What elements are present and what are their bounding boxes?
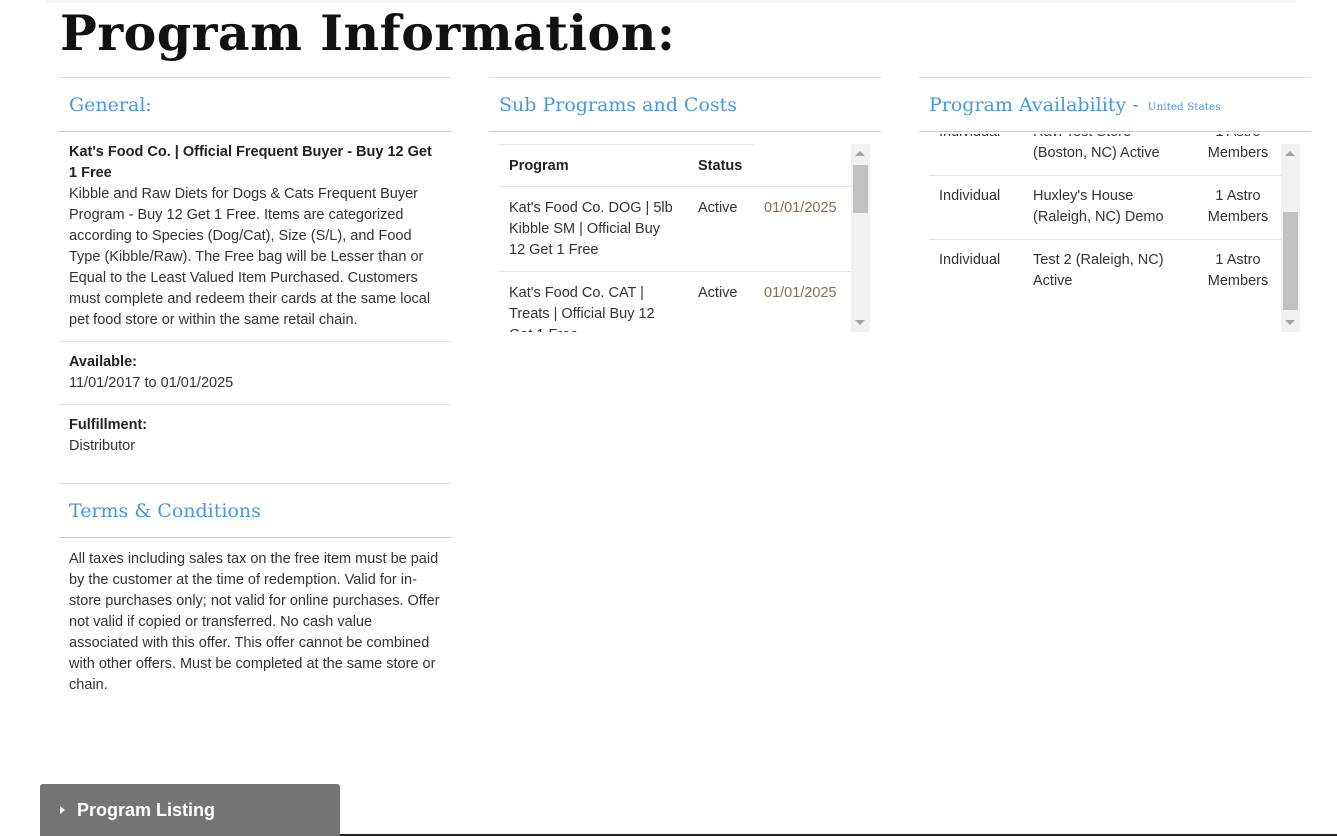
availability-dates: Available: 11/01/2017 to 01/01/2025 (59, 342, 451, 405)
program-listing-tab[interactable]: Program Listing (40, 784, 340, 836)
table-header-row: Program Status (499, 144, 851, 187)
sub-programs-table: Program Status Kat's Food Co. DOG | 5lb … (499, 144, 851, 332)
program-name: Kat's Food Co. | Official Frequent Buyer… (69, 144, 432, 181)
scroll-up-arrow-icon[interactable] (1285, 151, 1295, 156)
terms-header: Terms & Conditions (59, 483, 451, 538)
availability-scroll-area[interactable]: Individual Ravi Test Store (Boston, NC) … (929, 134, 1281, 332)
table-row[interactable]: Individual Test 2 (Raleigh, NC) Active 1… (929, 240, 1281, 304)
caret-right-icon (60, 806, 65, 814)
scroll-down-arrow-icon[interactable] (855, 320, 865, 325)
column-header-program: Program (499, 144, 688, 187)
available-label: Available: (69, 354, 137, 370)
general-header: General: (59, 77, 451, 132)
store-name: Huxley's House (Raleigh, NC) Demo (1023, 175, 1195, 240)
scroll-up-arrow-icon[interactable] (855, 151, 865, 156)
scrollbar-thumb[interactable] (1283, 212, 1298, 310)
fulfillment-label: Fulfillment: (69, 417, 148, 433)
member-count: 1 Astro Members (1195, 134, 1281, 176)
available-value: 11/01/2017 to 01/01/2025 (69, 375, 234, 391)
program-summary: Kat's Food Co. | Official Frequent Buyer… (59, 132, 451, 342)
column-header-date (754, 145, 851, 187)
sub-program-date: 01/01/2025 (754, 271, 851, 332)
fulfillment: Fulfillment: Distributor (59, 405, 451, 483)
general-section: General: Kat's Food Co. | Official Frequ… (59, 77, 451, 707)
sub-program-status: Active (688, 271, 754, 332)
store-name: Test 2 (Raleigh, NC) Active (1033, 252, 1164, 289)
table-row[interactable]: Kat's Food Co. CAT | Treats | Official B… (499, 271, 851, 332)
sub-programs-section: Sub Programs and Costs (489, 77, 881, 132)
availability-title: Program Availability - (929, 93, 1139, 116)
membership-type: Individual (929, 175, 1023, 240)
member-count: 1 Astro Members (1195, 175, 1281, 240)
membership-type: Individual (939, 252, 1001, 268)
fulfillment-value: Distributor (69, 438, 136, 454)
program-description: Kibble and Raw Diets for Dogs & Cats Fre… (69, 186, 431, 328)
page-title: Program Information: (60, 4, 676, 62)
sub-program-status: Active (688, 186, 754, 272)
table-row[interactable]: Kat's Food Co. DOG | 5lb Kibble SM | Off… (499, 186, 851, 272)
column-header-status: Status (688, 144, 754, 187)
terms-text: All taxes including sales tax on the fre… (69, 551, 440, 693)
member-count: 1 Astro Members (1207, 252, 1269, 289)
sub-program-date: 01/01/2025 (754, 186, 851, 272)
availability-country: United States (1147, 100, 1221, 113)
availability-section: Program Availability - United States (919, 77, 1311, 132)
availability-scrollbar[interactable] (1281, 144, 1300, 332)
sub-program-name: Kat's Food Co. CAT | Treats | Official B… (499, 271, 688, 332)
sub-programs-header: Sub Programs and Costs (489, 77, 881, 132)
membership-type: Individual (929, 134, 1023, 176)
sub-programs-scroll-area[interactable]: Program Status Kat's Food Co. DOG | 5lb … (499, 144, 851, 332)
program-listing-label: Program Listing (77, 799, 216, 820)
table-row[interactable]: Individual Huxley's House (Raleigh, NC) … (929, 175, 1281, 240)
availability-table: Individual Ravi Test Store (Boston, NC) … (929, 134, 1281, 303)
scroll-down-arrow-icon[interactable] (1285, 320, 1295, 325)
availability-header: Program Availability - United States (919, 77, 1311, 132)
scrollbar-thumb[interactable] (853, 165, 868, 213)
store-name: Ravi Test Store (Boston, NC) Active (1023, 134, 1195, 176)
sub-program-name: Kat's Food Co. DOG | 5lb Kibble SM | Off… (499, 186, 688, 272)
table-row[interactable]: Individual Ravi Test Store (Boston, NC) … (929, 134, 1281, 176)
sub-programs-scrollbar[interactable] (851, 144, 870, 332)
